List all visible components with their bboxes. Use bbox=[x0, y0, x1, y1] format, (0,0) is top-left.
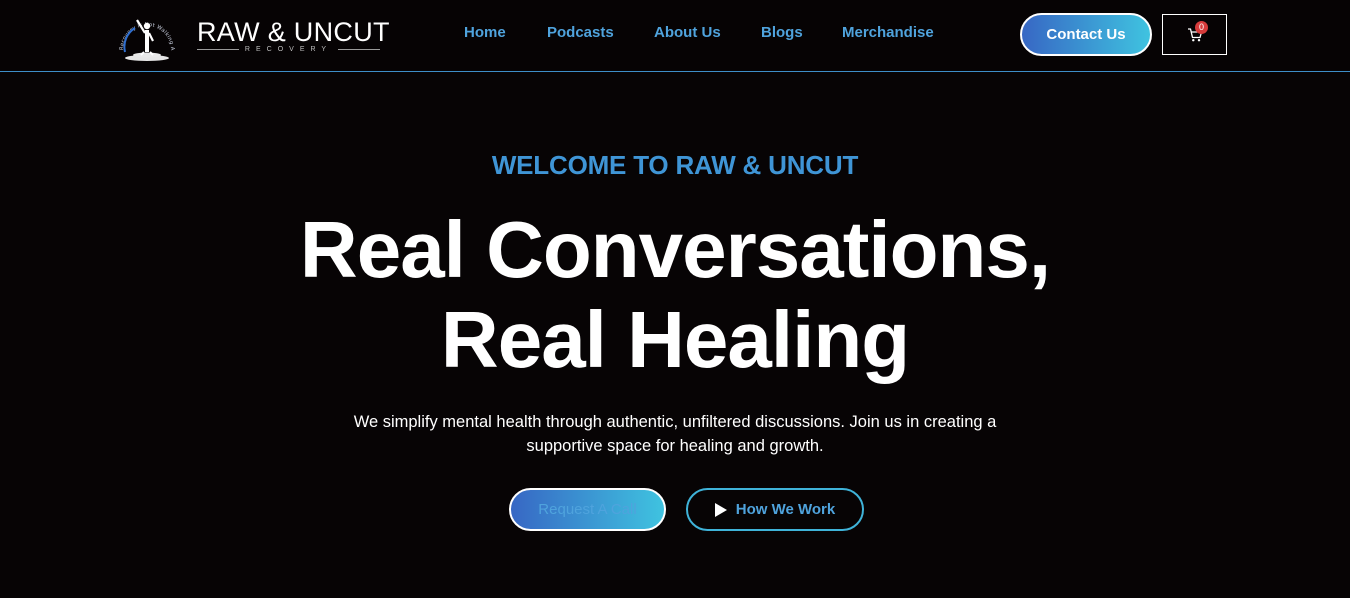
logo-title: RAW & UNCUT bbox=[197, 17, 390, 47]
hero-headline-line-1: Real Conversations, bbox=[299, 205, 1051, 294]
nav-item-about-us[interactable]: About Us bbox=[654, 24, 721, 41]
site-header: Recovery is Not Walking Alone RAW & UNCU… bbox=[0, 0, 1350, 72]
hero-eyebrow: WELCOME TO RAW & UNCUT bbox=[491, 150, 859, 180]
site-logo[interactable]: Recovery is Not Walking Alone RAW & UNCU… bbox=[115, 6, 389, 64]
request-a-call-button[interactable]: Request A Call bbox=[509, 488, 666, 531]
logo-divider bbox=[338, 49, 381, 50]
nav-item-home[interactable]: Home bbox=[464, 24, 506, 41]
hero-description: We simplify mental health through authen… bbox=[325, 410, 1025, 458]
logo-emblem-icon: Recovery is Not Walking Alone bbox=[115, 6, 175, 61]
hero-headline: Real Conversations, Real Healing bbox=[0, 205, 1350, 385]
play-icon bbox=[714, 502, 727, 517]
how-we-work-label: How We Work bbox=[735, 501, 836, 518]
logo-divider bbox=[197, 49, 239, 50]
logo-tagline-text: RECOVERY bbox=[244, 46, 333, 53]
cart-count-badge: 0 bbox=[1195, 21, 1208, 34]
cart-button[interactable]: 0 bbox=[1162, 14, 1227, 55]
how-we-work-button[interactable]: How We Work bbox=[686, 488, 864, 531]
nav-item-blogs[interactable]: Blogs bbox=[761, 24, 803, 41]
nav-item-merchandise[interactable]: Merchandise bbox=[842, 24, 934, 41]
logo-tagline: RECOVERY bbox=[197, 46, 381, 53]
hero-description-line-1: We simplify mental health through authen… bbox=[353, 413, 997, 431]
hero-headline-line-2: Real Healing bbox=[440, 295, 910, 384]
nav-item-podcasts[interactable]: Podcasts bbox=[547, 24, 614, 41]
contact-us-button[interactable]: Contact Us bbox=[1020, 13, 1152, 56]
hero-description-line-2: supportive space for healing and growth. bbox=[526, 437, 824, 455]
